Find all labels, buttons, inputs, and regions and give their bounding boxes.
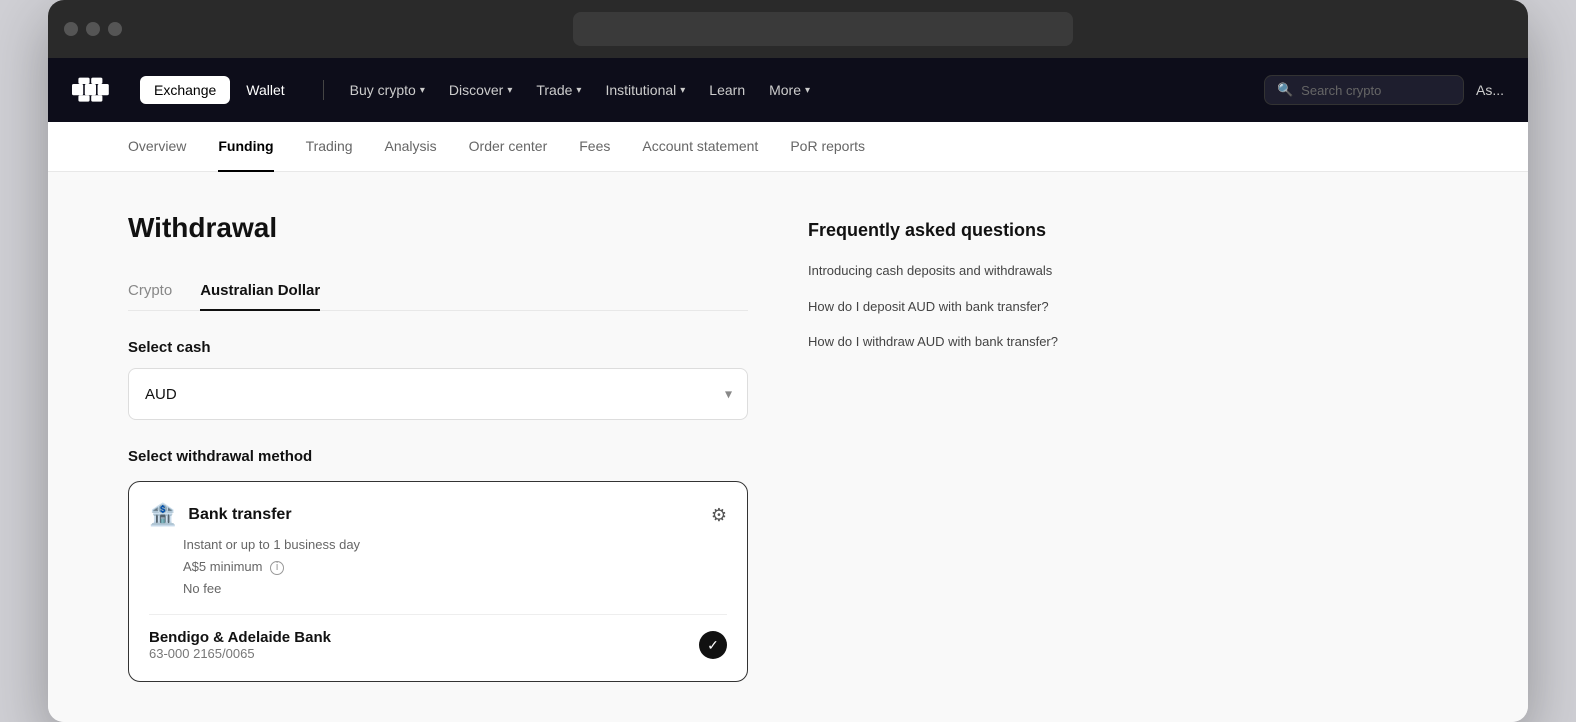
faq-item-2[interactable]: How do I withdraw AUD with bank transfer… (808, 332, 1128, 352)
bank-minimum-text: A$5 minimum i (183, 556, 727, 578)
withdrawal-method-label: Select withdrawal method (128, 448, 748, 465)
browser-chrome (48, 0, 1528, 58)
chevron-down-icon: ▾ (576, 85, 581, 96)
subnav-funding[interactable]: Funding (218, 122, 273, 172)
bank-account-row[interactable]: Bendigo & Adelaide Bank 63-000 2165/0065… (149, 614, 727, 661)
bank-card-title-row: 🏦 Bank transfer (149, 502, 292, 528)
bank-instant-text: Instant or up to 1 business day (183, 534, 727, 556)
search-placeholder: Search crypto (1301, 83, 1381, 98)
top-nav: Exchange Wallet Buy crypto ▾ Discover ▾ … (48, 58, 1528, 122)
faq-item-1[interactable]: How do I deposit AUD with bank transfer? (808, 297, 1128, 317)
nav-link-trade[interactable]: Trade ▾ (526, 76, 591, 104)
bank-card-details: Instant or up to 1 business day A$5 mini… (183, 534, 727, 600)
minimize-button[interactable] (86, 22, 100, 36)
faq-area: Frequently asked questions Introducing c… (808, 212, 1128, 682)
search-box[interactable]: 🔍 Search crypto (1264, 75, 1464, 105)
tab-exchange[interactable]: Exchange (140, 76, 230, 104)
nav-links: Buy crypto ▾ Discover ▾ Trade ▾ Institut… (340, 76, 1256, 104)
select-cash-dropdown[interactable]: AUD (128, 368, 748, 420)
nav-divider (323, 80, 324, 100)
nav-tabs: Exchange Wallet (140, 76, 299, 104)
bank-fee-text: No fee (183, 578, 727, 600)
nav-link-buy-crypto-label: Buy crypto (350, 82, 416, 98)
gear-icon[interactable]: ⚙ (711, 505, 727, 526)
content-tabs: Crypto Australian Dollar (128, 272, 748, 311)
nav-link-institutional[interactable]: Institutional ▾ (595, 76, 695, 104)
main-content: Withdrawal Crypto Australian Dollar Sele… (48, 172, 1528, 722)
close-button[interactable] (64, 22, 78, 36)
nav-user: As... (1476, 82, 1504, 98)
traffic-lights (64, 22, 122, 36)
faq-item-0[interactable]: Introducing cash deposits and withdrawal… (808, 261, 1128, 281)
chevron-down-icon: ▾ (420, 85, 425, 96)
page-title: Withdrawal (128, 212, 748, 244)
select-cash-label: Select cash (128, 339, 748, 356)
browser-window: Exchange Wallet Buy crypto ▾ Discover ▾ … (48, 0, 1528, 722)
chevron-down-icon: ▾ (507, 85, 512, 96)
subnav-fees[interactable]: Fees (579, 122, 610, 172)
search-icon: 🔍 (1277, 82, 1293, 98)
bank-account-name: Bendigo & Adelaide Bank (149, 629, 331, 646)
subnav-account-statement[interactable]: Account statement (642, 122, 758, 172)
info-icon[interactable]: i (270, 561, 284, 575)
okx-logo (72, 76, 120, 104)
nav-link-learn[interactable]: Learn (699, 76, 755, 104)
nav-right: 🔍 Search crypto As... (1264, 75, 1504, 105)
nav-link-institutional-label: Institutional (605, 82, 676, 98)
maximize-button[interactable] (108, 22, 122, 36)
nav-link-discover-label: Discover (449, 82, 503, 98)
sub-nav: Overview Funding Trading Analysis Order … (48, 122, 1528, 172)
faq-title: Frequently asked questions (808, 220, 1128, 241)
tab-crypto[interactable]: Crypto (128, 272, 172, 311)
subnav-analysis[interactable]: Analysis (385, 122, 437, 172)
subnav-order-center[interactable]: Order center (469, 122, 548, 172)
nav-link-buy-crypto[interactable]: Buy crypto ▾ (340, 76, 435, 104)
bank-card-header: 🏦 Bank transfer ⚙ (149, 502, 727, 528)
subnav-por-reports[interactable]: PoR reports (790, 122, 865, 172)
bank-account-number: 63-000 2165/0065 (149, 646, 331, 661)
bank-account-info: Bendigo & Adelaide Bank 63-000 2165/0065 (149, 629, 331, 661)
bank-transfer-title: Bank transfer (188, 506, 291, 524)
nav-link-discover[interactable]: Discover ▾ (439, 76, 523, 104)
bank-transfer-card[interactable]: 🏦 Bank transfer ⚙ Instant or up to 1 bus… (128, 481, 748, 682)
chevron-down-icon: ▾ (805, 85, 810, 96)
tab-australian-dollar[interactable]: Australian Dollar (200, 272, 320, 311)
select-cash-wrapper: AUD ▾ (128, 368, 748, 420)
bank-icon: 🏦 (149, 502, 176, 528)
address-bar[interactable] (573, 12, 1073, 46)
subnav-trading[interactable]: Trading (306, 122, 353, 172)
nav-link-learn-label: Learn (709, 82, 745, 98)
subnav-overview[interactable]: Overview (128, 122, 186, 172)
nav-link-more[interactable]: More ▾ (759, 76, 820, 104)
nav-link-trade-label: Trade (536, 82, 572, 98)
check-icon: ✓ (699, 631, 727, 659)
nav-link-more-label: More (769, 82, 801, 98)
tab-wallet[interactable]: Wallet (232, 76, 298, 104)
chevron-down-icon: ▾ (680, 85, 685, 96)
content-area: Withdrawal Crypto Australian Dollar Sele… (128, 212, 748, 682)
